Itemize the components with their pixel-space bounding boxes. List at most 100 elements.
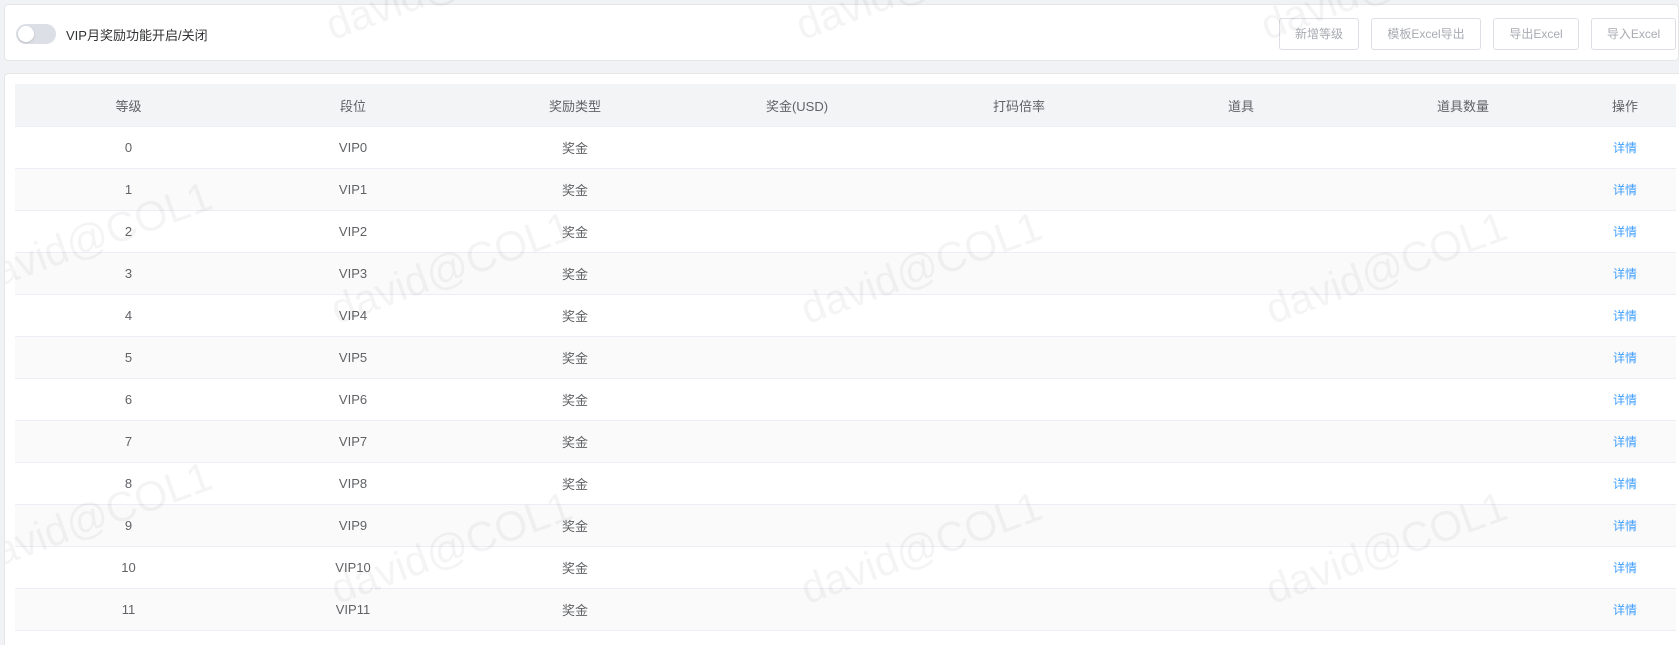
vip-reward-toggle-label: VIP月奖励功能开启/关闭 [66, 27, 208, 43]
cell-wager-multiplier [908, 630, 1130, 645]
cell-item [1130, 336, 1352, 379]
cell-wager-multiplier [908, 378, 1130, 421]
detail-link[interactable]: 详情 [1613, 603, 1637, 617]
cell-item-count [1352, 294, 1574, 337]
cell-rank: VIP6 [242, 378, 464, 421]
cell-actions: 详情 [1574, 462, 1676, 505]
cell-item [1130, 420, 1352, 463]
cell-bonus [686, 168, 908, 211]
cell-item-count [1352, 126, 1574, 169]
cell-bonus [686, 546, 908, 589]
cell-reward-type: 奖金 [464, 504, 686, 547]
cell-item [1130, 546, 1352, 589]
export-excel-button[interactable]: 导出Excel [1493, 18, 1579, 50]
header-reward-type: 奖励类型 [464, 84, 686, 127]
cell-actions: 详情 [1574, 336, 1676, 379]
table-row: 11 VIP11 奖金 详情 [15, 588, 1676, 631]
cell-reward-type: 奖金 [464, 294, 686, 337]
cell-rank: VIP0 [242, 126, 464, 169]
cell-reward-type: 奖金 [464, 252, 686, 295]
cell-level: 10 [15, 546, 242, 589]
cell-bonus [686, 210, 908, 253]
cell-rank: VIP7 [242, 420, 464, 463]
template-excel-export-button[interactable]: 模板Excel导出 [1371, 18, 1481, 50]
cell-reward-type: 奖金 [464, 210, 686, 253]
cell-bonus [686, 630, 908, 645]
cell-rank: VIP5 [242, 336, 464, 379]
cell-item [1130, 294, 1352, 337]
table-row: 8 VIP8 奖金 详情 [15, 462, 1676, 505]
cell-reward-type: 奖金 [464, 546, 686, 589]
table-row: 1 VIP1 奖金 详情 [15, 168, 1676, 211]
cell-wager-multiplier [908, 126, 1130, 169]
import-excel-button[interactable]: 导入Excel [1591, 18, 1676, 50]
detail-link[interactable]: 详情 [1613, 351, 1637, 365]
detail-link[interactable]: 详情 [1613, 561, 1637, 575]
cell-rank: VIP1 [242, 168, 464, 211]
cell-wager-multiplier [908, 294, 1130, 337]
cell-actions: 详情删除 [1574, 630, 1676, 645]
cell-rank: VIP3 [242, 252, 464, 295]
cell-reward-type: 奖金 [464, 168, 686, 211]
cell-wager-multiplier [908, 420, 1130, 463]
detail-link[interactable]: 详情 [1613, 183, 1637, 197]
cell-item-count [1352, 588, 1574, 631]
header-item-count: 道具数量 [1352, 84, 1574, 127]
cell-item-count [1352, 252, 1574, 295]
cell-rank: VIP12 [242, 630, 464, 645]
cell-level: 0 [15, 126, 242, 169]
detail-link[interactable]: 详情 [1613, 309, 1637, 323]
cell-item [1130, 588, 1352, 631]
cell-actions: 详情 [1574, 252, 1676, 295]
vip-reward-toggle-group: VIP月奖励功能开启/关闭 [16, 24, 208, 44]
cell-item [1130, 168, 1352, 211]
detail-link[interactable]: 详情 [1613, 225, 1637, 239]
cell-item [1130, 126, 1352, 169]
cell-level: 8 [15, 462, 242, 505]
cell-rank: VIP10 [242, 546, 464, 589]
detail-link[interactable]: 详情 [1613, 141, 1637, 155]
cell-bonus [686, 336, 908, 379]
cell-reward-type: 奖金 [464, 126, 686, 169]
cell-bonus [686, 462, 908, 505]
cell-bonus [686, 504, 908, 547]
detail-link[interactable]: 详情 [1613, 519, 1637, 533]
cell-item-count [1352, 336, 1574, 379]
detail-link[interactable]: 详情 [1613, 267, 1637, 281]
cell-bonus [686, 126, 908, 169]
cell-item [1130, 252, 1352, 295]
cell-level: 2 [15, 210, 242, 253]
cell-actions: 详情 [1574, 504, 1676, 547]
cell-level: 9 [15, 504, 242, 547]
cell-reward-type: 奖金 [464, 336, 686, 379]
header-item: 道具 [1130, 84, 1352, 127]
table-row: 10 VIP10 奖金 详情 [15, 546, 1676, 589]
cell-item-count [1352, 462, 1574, 505]
header-rank: 段位 [242, 84, 464, 127]
switch-knob [18, 26, 34, 42]
detail-link[interactable]: 详情 [1613, 393, 1637, 407]
cell-level: 3 [15, 252, 242, 295]
cell-wager-multiplier [908, 546, 1130, 589]
table-row: 4 VIP4 奖金 详情 [15, 294, 1676, 337]
cell-level: 4 [15, 294, 242, 337]
table-row: 0 VIP0 奖金 详情 [15, 126, 1676, 169]
table-row: 7 VIP7 奖金 详情 [15, 420, 1676, 463]
cell-actions: 详情 [1574, 546, 1676, 589]
cell-level: 7 [15, 420, 242, 463]
cell-rank: VIP2 [242, 210, 464, 253]
detail-link[interactable]: 详情 [1613, 435, 1637, 449]
cell-actions: 详情 [1574, 588, 1676, 631]
add-level-button[interactable]: 新增等级 [1279, 18, 1359, 50]
detail-link[interactable]: 详情 [1613, 477, 1637, 491]
cell-bonus [686, 588, 908, 631]
vip-level-table-panel: 等级 段位 奖励类型 奖金(USD) 打码倍率 道具 道具数量 操作 0 VIP0… [4, 73, 1679, 645]
table-row: 9 VIP9 奖金 详情 [15, 504, 1676, 547]
cell-actions: 详情 [1574, 126, 1676, 169]
vip-reward-toggle-switch[interactable] [16, 24, 56, 44]
cell-item-count [1352, 630, 1574, 645]
cell-item-count [1352, 210, 1574, 253]
cell-item [1130, 504, 1352, 547]
cell-bonus [686, 378, 908, 421]
cell-level: 5 [15, 336, 242, 379]
